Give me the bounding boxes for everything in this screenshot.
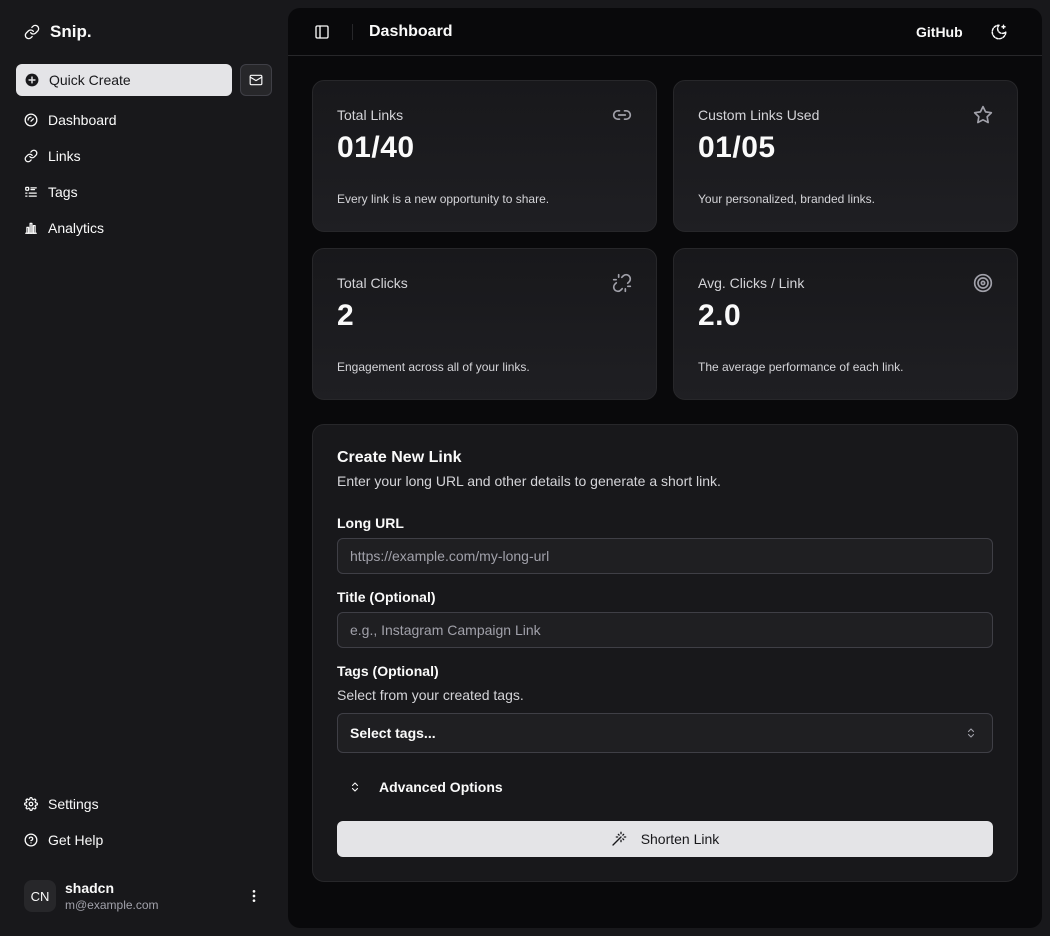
brand-name: Snip. xyxy=(50,22,92,41)
stat-description: The average performance of each link. xyxy=(698,360,904,374)
tags-help-text: Select from your created tags. xyxy=(337,687,524,703)
user-info: shadcn m@example.com xyxy=(65,880,159,912)
top-bar: Dashboard GitHub xyxy=(288,8,1042,56)
long-url-label: Long URL xyxy=(337,515,404,531)
link-icon xyxy=(612,105,632,125)
long-url-input[interactable] xyxy=(337,538,993,574)
chevrons-up-down-icon xyxy=(965,727,977,739)
main-panel: Dashboard GitHub Total Links 01/40 Every… xyxy=(288,8,1042,928)
secondary-nav: Settings Get Help xyxy=(16,786,272,858)
tags-label: Tags (Optional) xyxy=(337,663,439,679)
nav-item-label: Get Help xyxy=(48,832,104,848)
stat-label: Avg. Clicks / Link xyxy=(698,275,805,291)
help-circle-icon xyxy=(24,833,38,847)
stat-card-total-links: Total Links 01/40 Every link is a new op… xyxy=(312,80,657,232)
unlink-icon xyxy=(612,273,632,293)
main-nav: Dashboard Links Tags Analytics xyxy=(16,102,272,246)
create-link-card: Create New Link Enter your long URL and … xyxy=(312,424,1018,882)
title-label: Title (Optional) xyxy=(337,589,436,605)
link-icon xyxy=(24,24,40,40)
list-icon xyxy=(24,185,38,199)
stat-label: Total Clicks xyxy=(337,275,408,291)
theme-toggle-icon[interactable] xyxy=(990,23,1008,41)
shorten-link-label: Shorten Link xyxy=(640,831,720,847)
user-email: m@example.com xyxy=(65,898,159,912)
user-menu[interactable]: CN shadcn m@example.com xyxy=(16,870,272,922)
target-icon xyxy=(973,273,993,293)
nav-item-tags[interactable]: Tags xyxy=(16,174,272,210)
bar-chart-icon xyxy=(24,221,38,235)
quick-create-button[interactable]: Quick Create xyxy=(16,64,232,96)
quick-actions: Quick Create xyxy=(16,64,272,96)
stat-description: Every link is a new opportunity to share… xyxy=(337,192,550,206)
more-vertical-icon[interactable] xyxy=(246,888,262,904)
magic-wand-icon xyxy=(611,831,627,847)
nav-item-settings[interactable]: Settings xyxy=(16,786,272,822)
stat-value: 2 xyxy=(337,299,355,332)
stat-card-total-clicks: Total Clicks 2 Engagement across all of … xyxy=(312,248,657,400)
quick-create-label: Quick Create xyxy=(49,72,131,88)
star-icon xyxy=(973,105,993,125)
avatar: CN xyxy=(24,880,56,912)
gauge-icon xyxy=(24,113,38,127)
header-divider xyxy=(352,24,353,40)
nav-item-label: Analytics xyxy=(48,220,105,236)
stat-card-custom-links: Custom Links Used 01/05 Your personalize… xyxy=(673,80,1018,232)
advanced-options-toggle[interactable]: Advanced Options xyxy=(337,771,503,803)
stat-description: Your personalized, branded links. xyxy=(698,192,876,206)
mail-icon xyxy=(249,73,263,87)
shorten-link-button[interactable]: Shorten Link xyxy=(337,821,993,857)
nav-item-dashboard[interactable]: Dashboard xyxy=(16,102,272,138)
nav-item-label: Dashboard xyxy=(48,112,117,128)
nav-item-label: Settings xyxy=(48,796,99,812)
tags-select-value: Select tags... xyxy=(350,725,436,741)
nav-item-get-help[interactable]: Get Help xyxy=(16,822,272,858)
stat-description: Engagement across all of your links. xyxy=(337,360,530,374)
stat-label: Total Links xyxy=(337,107,404,123)
stat-label: Custom Links Used xyxy=(698,107,820,123)
plus-circle-icon xyxy=(25,73,39,87)
tags-select[interactable]: Select tags... xyxy=(337,713,993,753)
nav-item-label: Links xyxy=(48,148,81,164)
sidebar: Snip. Quick Create Dashboard Links Tags … xyxy=(0,0,288,936)
form-title: Create New Link xyxy=(337,449,462,466)
brand[interactable]: Snip. xyxy=(24,22,92,42)
inbox-button[interactable] xyxy=(240,64,272,96)
nav-item-analytics[interactable]: Analytics xyxy=(16,210,272,246)
gear-icon xyxy=(24,797,38,811)
github-link[interactable]: GitHub xyxy=(916,24,963,40)
stat-value: 01/40 xyxy=(337,131,415,164)
page-title: Dashboard xyxy=(369,23,453,40)
stat-value: 2.0 xyxy=(698,299,742,332)
link-icon xyxy=(24,149,38,163)
title-input[interactable] xyxy=(337,612,993,648)
stat-value: 01/05 xyxy=(698,131,776,164)
user-name: shadcn xyxy=(65,880,115,896)
nav-item-label: Tags xyxy=(48,184,78,200)
form-subtitle: Enter your long URL and other details to… xyxy=(337,473,721,489)
advanced-options-label: Advanced Options xyxy=(379,779,503,795)
sidebar-toggle-icon[interactable] xyxy=(314,24,330,40)
nav-item-links[interactable]: Links xyxy=(16,138,272,174)
chevrons-up-down-icon xyxy=(349,781,361,793)
stat-card-avg-clicks: Avg. Clicks / Link 2.0 The average perfo… xyxy=(673,248,1018,400)
